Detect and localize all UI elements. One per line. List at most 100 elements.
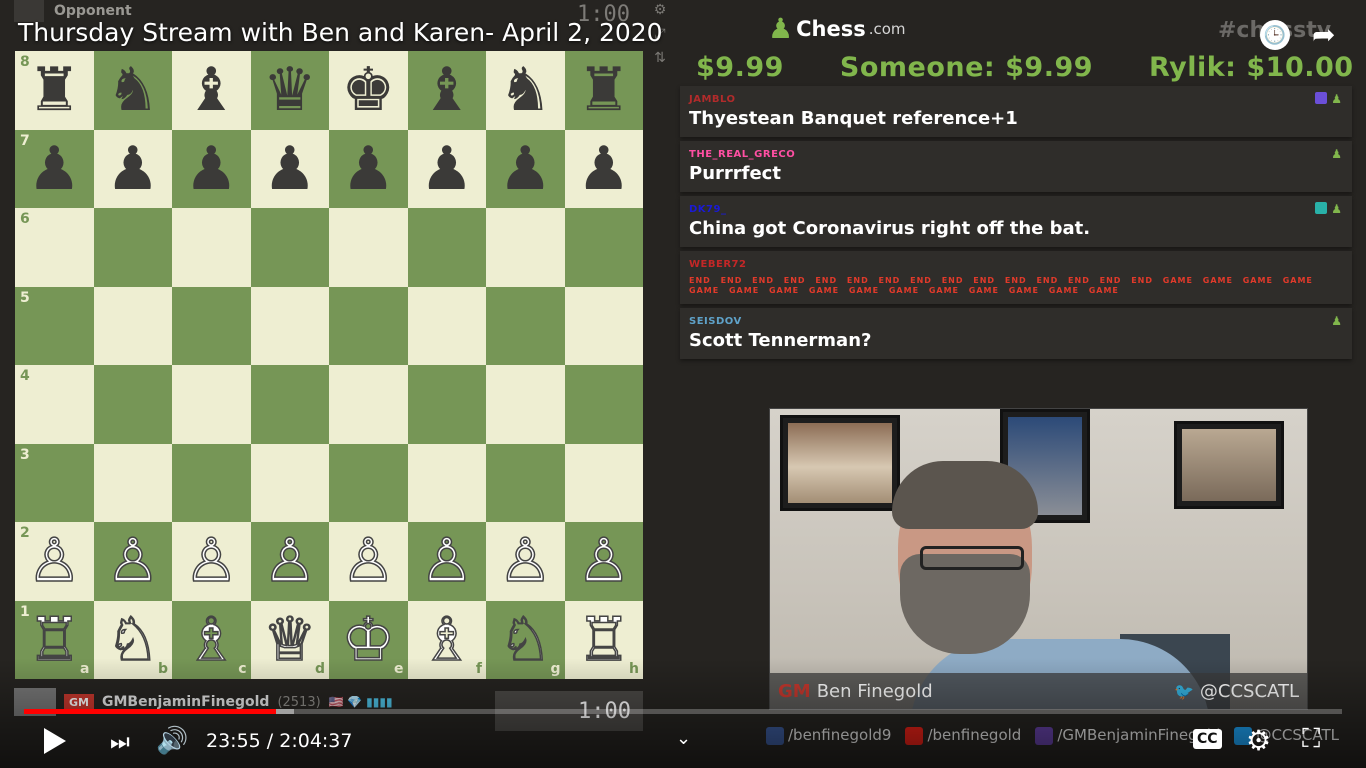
black-piece[interactable]: ♜ — [577, 60, 631, 120]
square-c3[interactable] — [172, 443, 251, 522]
black-piece[interactable]: ♟ — [184, 139, 238, 199]
white-piece[interactable]: ♔ — [341, 609, 396, 671]
square-g6[interactable] — [486, 208, 565, 287]
black-piece[interactable]: ♟ — [27, 139, 81, 199]
square-c6[interactable] — [172, 208, 251, 287]
square-c1[interactable]: c ♗ — [172, 600, 251, 679]
square-e6[interactable] — [329, 208, 408, 287]
square-h5[interactable] — [564, 286, 643, 365]
square-f6[interactable] — [407, 208, 486, 287]
white-piece[interactable]: ♙ — [341, 531, 396, 593]
black-piece[interactable]: ♟ — [420, 139, 474, 199]
square-b5[interactable] — [93, 286, 172, 365]
volume-button[interactable]: 🔊 — [156, 726, 188, 756]
square-c4[interactable] — [172, 365, 251, 444]
square-d5[interactable] — [250, 286, 329, 365]
square-a3[interactable]: 3 — [15, 443, 94, 522]
square-h7[interactable]: ♟ — [564, 129, 643, 208]
square-e2[interactable]: ♙ — [329, 522, 408, 601]
settings-button[interactable]: ⚙ — [1246, 724, 1271, 757]
square-e5[interactable] — [329, 286, 408, 365]
square-e3[interactable] — [329, 443, 408, 522]
video-player[interactable]: Opponent 1:00 Thursday Stream with Ben a… — [0, 0, 1366, 768]
square-f1[interactable]: f ♗ — [407, 600, 486, 679]
square-f4[interactable] — [407, 365, 486, 444]
square-a4[interactable]: 4 — [15, 365, 94, 444]
square-c7[interactable]: ♟ — [172, 129, 251, 208]
square-b8[interactable]: ♞ — [93, 51, 172, 130]
square-b7[interactable]: ♟ — [93, 129, 172, 208]
square-a1[interactable]: 1 a ♖ — [15, 600, 94, 679]
white-piece[interactable]: ♗ — [184, 609, 239, 671]
white-piece[interactable]: ♘ — [498, 609, 553, 671]
square-h1[interactable]: h ♖ — [564, 600, 643, 679]
white-piece[interactable]: ♗ — [419, 609, 474, 671]
square-a7[interactable]: 7 ♟ — [15, 129, 94, 208]
square-b2[interactable]: ♙ — [93, 522, 172, 601]
square-d7[interactable]: ♟ — [250, 129, 329, 208]
square-h2[interactable]: ♙ — [564, 522, 643, 601]
square-h4[interactable] — [564, 365, 643, 444]
square-d2[interactable]: ♙ — [250, 522, 329, 601]
captions-button[interactable]: CC — [1193, 729, 1222, 749]
watch-later-icon[interactable]: 🕒 — [1260, 20, 1290, 50]
square-a8[interactable]: 8 ♜ — [15, 51, 94, 130]
square-d3[interactable] — [250, 443, 329, 522]
square-g2[interactable]: ♙ — [486, 522, 565, 601]
square-b6[interactable] — [93, 208, 172, 287]
square-b4[interactable] — [93, 365, 172, 444]
chevron-down-icon[interactable]: ⌄ — [676, 728, 691, 749]
black-piece[interactable]: ♟ — [577, 139, 631, 199]
square-e8[interactable]: ♚ — [329, 51, 408, 130]
square-f3[interactable] — [407, 443, 486, 522]
black-piece[interactable]: ♟ — [341, 139, 395, 199]
next-video-button[interactable]: ⏭ — [110, 730, 130, 755]
square-a6[interactable]: 6 — [15, 208, 94, 287]
square-c8[interactable]: ♝ — [172, 51, 251, 130]
black-piece[interactable]: ♞ — [106, 60, 160, 120]
black-piece[interactable]: ♝ — [184, 60, 238, 120]
white-piece[interactable]: ♖ — [576, 609, 631, 671]
square-b1[interactable]: b ♘ — [93, 600, 172, 679]
black-piece[interactable]: ♟ — [106, 139, 160, 199]
white-piece[interactable]: ♙ — [576, 531, 631, 593]
square-d1[interactable]: d ♕ — [250, 600, 329, 679]
black-piece[interactable]: ♜ — [27, 60, 81, 120]
square-f2[interactable]: ♙ — [407, 522, 486, 601]
white-piece[interactable]: ♖ — [27, 609, 82, 671]
square-f7[interactable]: ♟ — [407, 129, 486, 208]
white-piece[interactable]: ♙ — [105, 531, 160, 593]
black-piece[interactable]: ♟ — [498, 139, 552, 199]
square-g4[interactable] — [486, 365, 565, 444]
black-piece[interactable]: ♝ — [420, 60, 474, 120]
square-c5[interactable] — [172, 286, 251, 365]
square-f8[interactable]: ♝ — [407, 51, 486, 130]
white-piece[interactable]: ♙ — [262, 531, 317, 593]
square-d8[interactable]: ♛ — [250, 51, 329, 130]
square-a5[interactable]: 5 — [15, 286, 94, 365]
white-piece[interactable]: ♙ — [27, 531, 82, 593]
square-b3[interactable] — [93, 443, 172, 522]
square-f5[interactable] — [407, 286, 486, 365]
black-piece[interactable]: ♚ — [341, 60, 395, 120]
square-e7[interactable]: ♟ — [329, 129, 408, 208]
square-g5[interactable] — [486, 286, 565, 365]
white-piece[interactable]: ♙ — [498, 531, 553, 593]
square-h3[interactable] — [564, 443, 643, 522]
square-e4[interactable] — [329, 365, 408, 444]
square-d6[interactable] — [250, 208, 329, 287]
square-a2[interactable]: 2 ♙ — [15, 522, 94, 601]
square-g7[interactable]: ♟ — [486, 129, 565, 208]
play-button[interactable] — [44, 728, 66, 754]
progress-bar[interactable] — [24, 709, 1342, 714]
white-piece[interactable]: ♙ — [184, 531, 239, 593]
share-icon[interactable]: ➦ — [1312, 18, 1335, 51]
white-piece[interactable]: ♙ — [419, 531, 474, 593]
black-piece[interactable]: ♛ — [263, 60, 317, 120]
square-g3[interactable] — [486, 443, 565, 522]
square-d4[interactable] — [250, 365, 329, 444]
video-title[interactable]: Thursday Stream with Ben and Karen- Apri… — [18, 18, 663, 47]
white-piece[interactable]: ♕ — [262, 609, 317, 671]
black-piece[interactable]: ♟ — [263, 139, 317, 199]
exit-fullscreen-button[interactable]: ⛶ — [1302, 724, 1320, 755]
